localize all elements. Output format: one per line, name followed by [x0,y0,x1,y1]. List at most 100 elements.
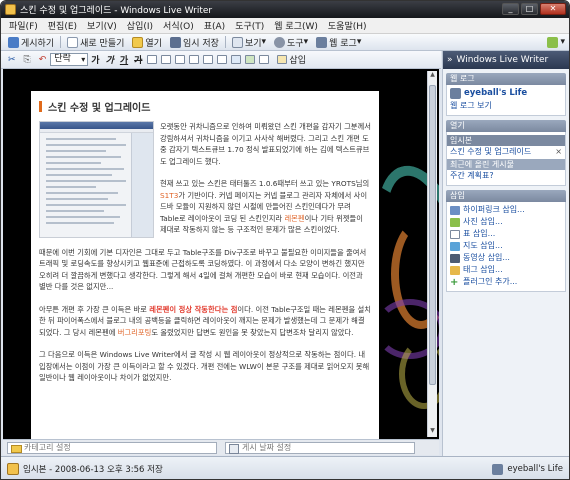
sidebar-header-title: Windows Live Writer [456,55,549,65]
italic-button[interactable]: 가 [103,53,117,66]
draft-label: 임시 저장 [182,38,219,49]
weblog-label: 웹 로그 [329,38,357,49]
post-title[interactable]: 스킨 수정 및 업그레이드 [39,99,371,114]
spellcheck-icon[interactable] [259,55,270,64]
editor-scrollbar[interactable]: ▲ ▼ [427,71,437,437]
paragraph-4: 아무튼 개편 후 가장 큰 이득은 바로 레몬펜이 정상 작동한다는 점이다. … [39,304,371,339]
pen-options-button[interactable]: ▾ [543,36,569,48]
lemonpen-link[interactable]: 레몬펜 [284,214,304,223]
paragraph-3: 때문에 이번 기회에 기본 디자인은 그대로 두고 Table구조를 Div구조… [39,247,367,292]
scroll-up-icon[interactable]: ▲ [428,71,437,81]
view-menu-button[interactable]: 보기 ▾ [228,36,270,49]
bullet-list-icon[interactable] [147,55,158,64]
insert-menu-button[interactable]: 삽입 [271,53,310,66]
chevron-down-icon: ▾ [261,37,267,47]
numbered-list-icon[interactable] [161,55,172,64]
publish-button[interactable]: 게시하기 [4,36,58,49]
menu-insert[interactable]: 삽입(I) [123,19,159,32]
blockquote-icon[interactable] [175,55,186,64]
open-section-body: 임시본 스킨 수정 및 업그레이드 × 최근에 올린 게시물 주간 계획표? [446,132,566,186]
close-icon[interactable]: × [555,146,562,158]
blog-name[interactable]: eyeball's Life [450,87,562,100]
paragraph-style-select[interactable]: 단락 [50,53,89,66]
undo-icon[interactable]: ↶ [35,55,51,65]
menu-table[interactable]: 표(A) [200,19,231,32]
highlighted-text: 레몬펜이 정상 작동한다는 점 [149,304,238,314]
menu-format[interactable]: 서식(O) [159,19,200,32]
post-content[interactable]: 스킨 수정 및 업그레이드 오랫동안 귀차니즘으로 인하여 미뤄왔던 스킨 개편… [31,91,379,439]
open-button[interactable]: 열기 [128,36,166,49]
bug-report-link[interactable]: 버그리포팅 [118,328,152,337]
menu-tools[interactable]: 도구(T) [231,19,270,32]
align-right-icon[interactable] [217,55,228,64]
menu-edit[interactable]: 편집(E) [44,19,83,32]
save-draft-button[interactable]: 임시 저장 [166,36,223,49]
menu-bar: 파일(F) 편집(E) 보기(V) 삽입(I) 서식(O) 표(A) 도구(T)… [1,18,569,34]
align-center-icon[interactable] [203,55,214,64]
insert-hyperlink-link[interactable]: 하이퍼링크 삽입... [450,204,562,216]
editor-area[interactable]: 스킨 수정 및 업그레이드 오랫동안 귀차니즘으로 인하여 미뤄왔던 스킨 개편… [3,69,439,439]
insert-tags-link[interactable]: 태그 삽입... [450,264,562,276]
title-accent-bar [39,100,42,112]
recent-post-item[interactable]: 주간 계획표? [450,170,562,182]
chevron-down-icon: ▾ [356,37,362,47]
plus-icon: + [450,276,459,288]
app-icon[interactable] [5,4,16,15]
minimize-button[interactable]: _ [502,3,519,15]
hyperlink-icon[interactable] [231,55,242,64]
thumbnail-line [46,192,118,194]
underline-button[interactable]: 가 [117,53,131,66]
strikethrough-button[interactable]: 가 [131,53,145,66]
skin-name-link[interactable]: S1T3 [160,191,178,200]
toolbar-divider [224,36,226,48]
menu-weblog[interactable]: 웹 로그(W) [270,19,324,32]
insert-section-body: 하이퍼링크 삽입... 사진 삽입... 표 삽입... 지도 삽입... 동영… [446,202,566,292]
collapse-icon[interactable]: » [447,51,453,69]
current-blog-name: eyeball's Life [507,464,563,474]
menu-help[interactable]: 도움말(H) [324,19,373,32]
insert-map-link[interactable]: 지도 삽입... [450,240,562,252]
maximize-button[interactable]: □ [521,3,538,15]
thumbnail-line [46,210,104,212]
copy-icon[interactable]: ⎘ [20,55,35,65]
thumbnail-line [46,186,96,188]
menu-view[interactable]: 보기(V) [83,19,123,32]
insert-tags-label: 태그 삽입... [463,265,503,274]
bold-button[interactable]: 가 [88,53,102,66]
picture-icon [450,217,460,227]
draft-item[interactable]: 스킨 수정 및 업그레이드 × [450,146,562,158]
insert-table-label: 표 삽입... [463,229,496,238]
insert-section: 삽입 하이퍼링크 삽입... 사진 삽입... 표 삽입... 지도 삽입... [446,190,566,292]
close-button[interactable]: ✕ [540,3,566,15]
publish-date-field[interactable]: 게시 날짜 설정 [225,441,415,454]
drafts-subheading: 임시본 [447,135,565,146]
view-weblog-link[interactable]: 웹 로그 보기 [450,100,562,112]
new-post-button[interactable]: 새로 만들기 [63,36,128,49]
insert-picture-link[interactable]: 사진 삽입... [450,216,562,228]
insert-video-link[interactable]: 동영상 삽입... [450,252,562,264]
picture-icon[interactable] [245,55,256,64]
scrollbar-thumb[interactable] [429,85,436,385]
post-body[interactable]: 오랫동안 귀차니즘으로 인하여 미뤄왔던 스킨 개편을 감자기 그분께서 강림하… [39,121,371,384]
recent-posts-subheading: 최근에 올린 게시물 [447,159,565,170]
align-left-icon[interactable] [189,55,200,64]
cut-icon[interactable]: ✂ [4,55,20,65]
tools-menu-button[interactable]: 도구 ▾ [270,36,312,49]
menu-file[interactable]: 파일(F) [5,19,44,32]
map-icon [450,241,460,251]
title-bar[interactable]: 스킨 수정 및 업그레이드 - Windows Live Writer _ □ … [1,1,569,18]
scroll-down-icon[interactable]: ▼ [428,427,437,437]
weblog-menu-button[interactable]: 웹 로그 ▾ [312,36,365,49]
current-blog-indicator[interactable]: eyeball's Life [492,463,563,475]
new-label: 새로 만들기 [80,38,125,49]
thumbnail-line [46,156,121,158]
status-bar: 임시본 - 2008-06-13 오후 3:56 저장 eyeball's Li… [1,456,569,479]
thumbnail-line [46,180,126,182]
window-controls: _ □ ✕ [502,3,566,15]
sidebar-header[interactable]: » Windows Live Writer [443,51,569,69]
insert-video-label: 동영상 삽입... [463,253,510,262]
category-field[interactable]: 카테고리 설정 [7,441,217,454]
add-plugin-link[interactable]: + 플러그인 추가... [450,276,562,288]
screenshot-thumbnail[interactable] [39,121,154,238]
insert-table-link[interactable]: 표 삽입... [450,228,562,240]
